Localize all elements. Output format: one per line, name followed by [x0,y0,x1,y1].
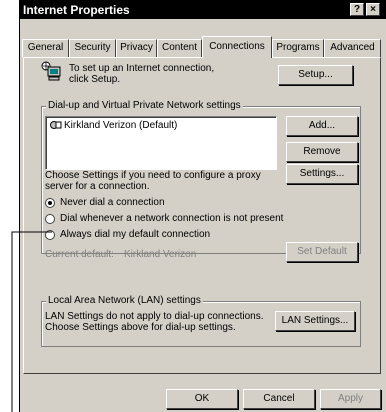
close-button[interactable]: × [366,3,380,16]
proxy-settings-text: Choose Settings if you need to configure… [45,170,261,192]
tab-connections[interactable]: Connections [202,36,272,58]
title-bar: Internet Properties ? × [20,1,386,19]
tab-strip: General Security Privacy Content Connect… [20,36,386,59]
tab-privacy[interactable]: Privacy [116,39,157,57]
connections-panel: To set up an Internet connection, click … [23,57,381,374]
setup-text: To set up an Internet connection, click … [69,63,215,85]
dialup-group-label: Dial-up and Virtual Private Network sett… [46,100,243,111]
ok-button[interactable]: OK [166,389,238,409]
connection-list-item[interactable]: Kirkland Verizon (Default) [64,120,177,131]
cancel-button[interactable]: Cancel [243,389,315,409]
tab-programs[interactable]: Programs [272,39,324,57]
lan-text: LAN Settings do not apply to dial-up con… [45,311,264,333]
help-button[interactable]: ? [350,3,364,16]
always-dial-label[interactable]: Always dial my default connection [60,229,210,240]
lan-group-label: Local Area Network (LAN) settings [46,295,203,306]
tab-content[interactable]: Content [157,39,202,57]
add-button[interactable]: Add... [286,116,358,136]
tab-security[interactable]: Security [69,39,116,57]
set-default-button[interactable]: Set Default [286,242,358,262]
current-default-value: Kirkland Verizon [124,249,197,260]
setup-button[interactable]: Setup... [278,65,353,85]
tab-advanced[interactable]: Advanced [324,39,381,57]
remove-button[interactable]: Remove [286,142,358,162]
settings-button[interactable]: Settings... [286,164,358,184]
apply-button[interactable]: Apply [320,389,381,409]
callout-line [11,231,52,412]
lan-settings-button[interactable]: LAN Settings... [275,311,355,331]
never-dial-label[interactable]: Never dial a connection [60,197,165,208]
dial-when-no-network-label[interactable]: Dial whenever a network connection is no… [60,213,283,224]
internet-properties-window: Internet Properties ? × General Security… [19,0,386,412]
connections-listbox[interactable]: Kirkland Verizon (Default) [45,116,277,170]
